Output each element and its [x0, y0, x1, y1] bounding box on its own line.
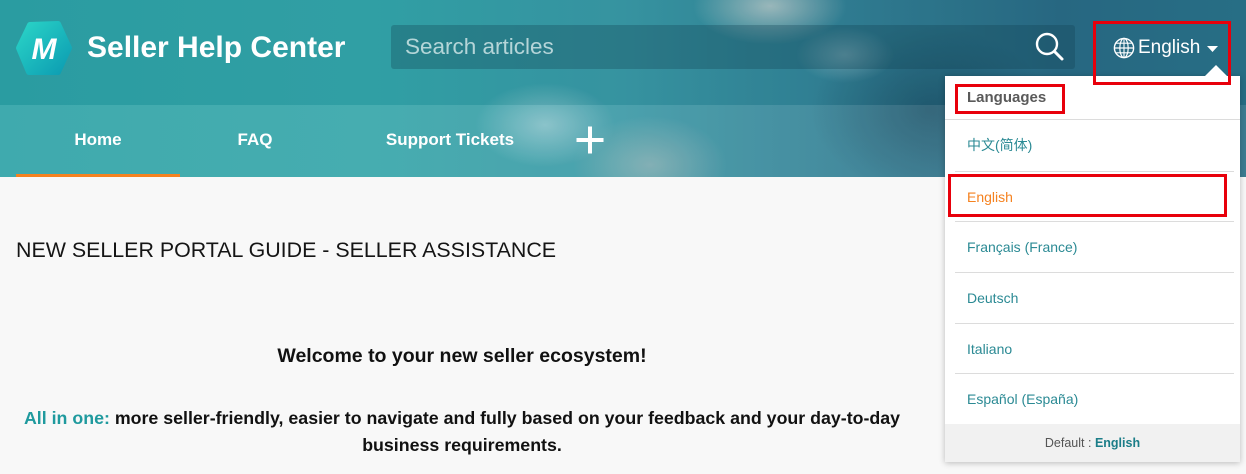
language-option-list: 中文(简体) English Français (France) Deutsch… — [945, 120, 1240, 424]
highlight-box-english-option — [948, 174, 1227, 217]
language-dropdown: Languages 中文(简体) English Français (Franc… — [945, 76, 1240, 462]
highlight-box-languages-header — [955, 84, 1065, 114]
plus-icon[interactable] — [575, 125, 605, 155]
paragraph-lead: All in one: — [23, 408, 110, 428]
paragraph-text-continued: business requirements. — [362, 435, 562, 455]
site-title[interactable]: Seller Help Center — [87, 30, 345, 66]
search-button[interactable] — [1033, 31, 1065, 63]
nav-item-faq[interactable]: FAQ — [190, 105, 320, 177]
language-option-french[interactable]: Français (France) — [955, 221, 1234, 272]
default-language-label: Default : — [1044, 436, 1092, 450]
logo-icon[interactable]: M — [15, 20, 73, 76]
article-heading: Welcome to your new seller ecosystem! — [277, 345, 647, 367]
default-language-value: English — [1094, 436, 1141, 450]
search-input[interactable] — [391, 25, 1021, 69]
language-dropdown-footer: Default : English — [945, 424, 1240, 462]
language-option-spanish[interactable]: Español (España) — [955, 373, 1234, 424]
paragraph-line: All in one: more seller-friendly, easier… — [24, 408, 900, 428]
article-title: NEW SELLER PORTAL GUIDE - SELLER ASSISTA… — [16, 238, 557, 262]
nav-item-support-tickets[interactable]: Support Tickets — [365, 105, 535, 177]
search-bar — [391, 25, 1075, 69]
search-icon — [1035, 32, 1064, 61]
nav-item-home[interactable]: Home — [16, 105, 180, 177]
language-option-italian[interactable]: Italiano — [955, 322, 1234, 374]
article-paragraph: All in one: more seller-friendly, easier… — [16, 405, 908, 459]
highlight-box-language-button — [1093, 21, 1231, 85]
language-option-german[interactable]: Deutsch — [955, 271, 1234, 323]
logo-letter: M — [32, 33, 58, 66]
language-option-chinese-simplified[interactable]: 中文(简体) — [955, 120, 1234, 171]
paragraph-text: more seller-friendly, easier to navigate… — [114, 408, 901, 428]
